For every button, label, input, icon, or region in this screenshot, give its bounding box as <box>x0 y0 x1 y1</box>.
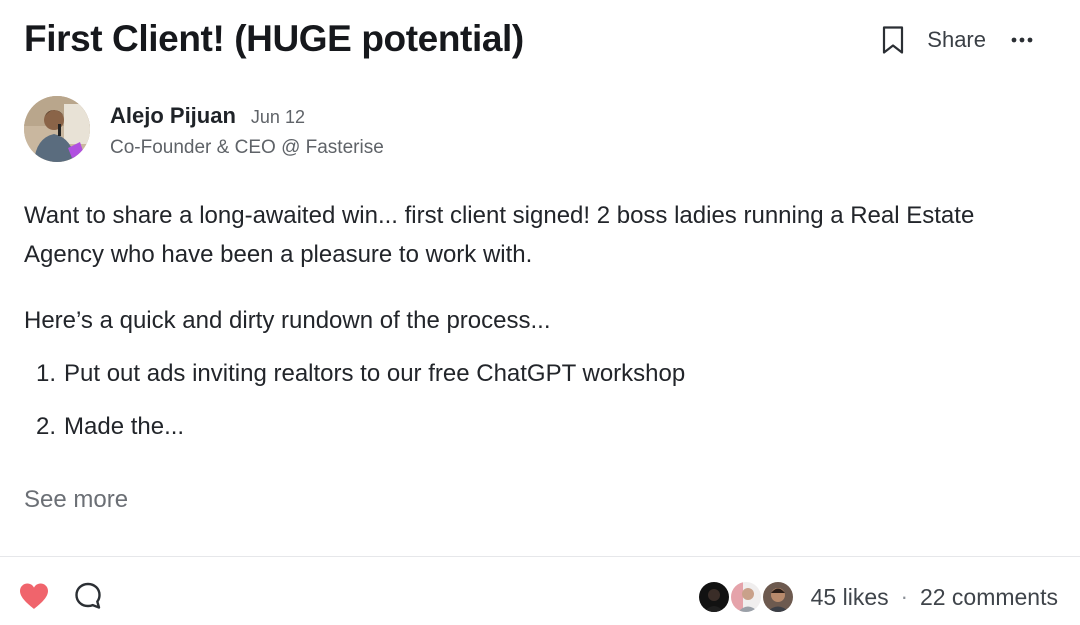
comment-icon <box>75 582 101 609</box>
bookmark-icon <box>883 26 904 54</box>
reaction-actions <box>18 580 104 612</box>
list-item-text: Made the... <box>64 413 185 440</box>
process-list: 1. Put out ads inviting realtors to our … <box>24 354 1034 446</box>
post-paragraph: Here’s a quick and dirty rundown of the … <box>24 307 551 334</box>
list-item: 2. Made the... <box>36 407 1034 446</box>
liker-avatar <box>760 580 795 614</box>
post-card: First Client! (HUGE potential) Share Ale… <box>0 0 1080 625</box>
heart-icon <box>20 583 48 609</box>
author-meta: Alejo Pijuan Jun 12 Co-Founder & CEO @ F… <box>110 103 384 159</box>
share-button[interactable]: Share <box>927 27 986 53</box>
list-item: 1. Put out ads inviting realtors to our … <box>36 354 1034 393</box>
post-body: Want to share a long-awaited win... firs… <box>24 196 1034 460</box>
author-photo <box>24 96 90 162</box>
liker-avatars[interactable] <box>696 580 795 614</box>
list-item-number: 2. <box>36 413 57 440</box>
more-options-button[interactable] <box>1010 28 1034 52</box>
post-date: Jun 12 <box>250 107 305 127</box>
see-more-link[interactable]: See more <box>24 486 128 514</box>
like-button[interactable] <box>18 580 50 612</box>
comment-button[interactable] <box>72 580 104 612</box>
post-title: First Client! (HUGE potential) <box>24 18 524 59</box>
liker-avatar <box>728 580 763 614</box>
list-item-text: Put out ads inviting realtors to our fre… <box>64 360 686 387</box>
author-role: Co-Founder & CEO @ Fasterise <box>110 137 384 158</box>
author-line: Alejo Pijuan Jun 12 <box>110 103 384 129</box>
author-avatar[interactable] <box>24 96 90 162</box>
likes-count[interactable]: 45 likes <box>811 584 889 611</box>
list-item-number: 1. <box>36 360 57 387</box>
ellipsis-icon <box>1011 37 1033 43</box>
bookmark-button[interactable] <box>879 23 907 57</box>
liker-avatar <box>696 580 731 614</box>
comments-count[interactable]: 22 comments <box>920 584 1058 611</box>
author-block: Alejo Pijuan Jun 12 Co-Founder & CEO @ F… <box>24 96 384 162</box>
separator-dot: · <box>900 584 908 609</box>
author-name[interactable]: Alejo Pijuan <box>110 103 236 129</box>
post-header-actions: Share <box>879 22 1034 58</box>
engagement-summary: 45 likes · 22 comments <box>696 578 1058 616</box>
post-paragraph: Want to share a long-awaited win... firs… <box>24 202 975 268</box>
footer-divider <box>0 556 1080 557</box>
